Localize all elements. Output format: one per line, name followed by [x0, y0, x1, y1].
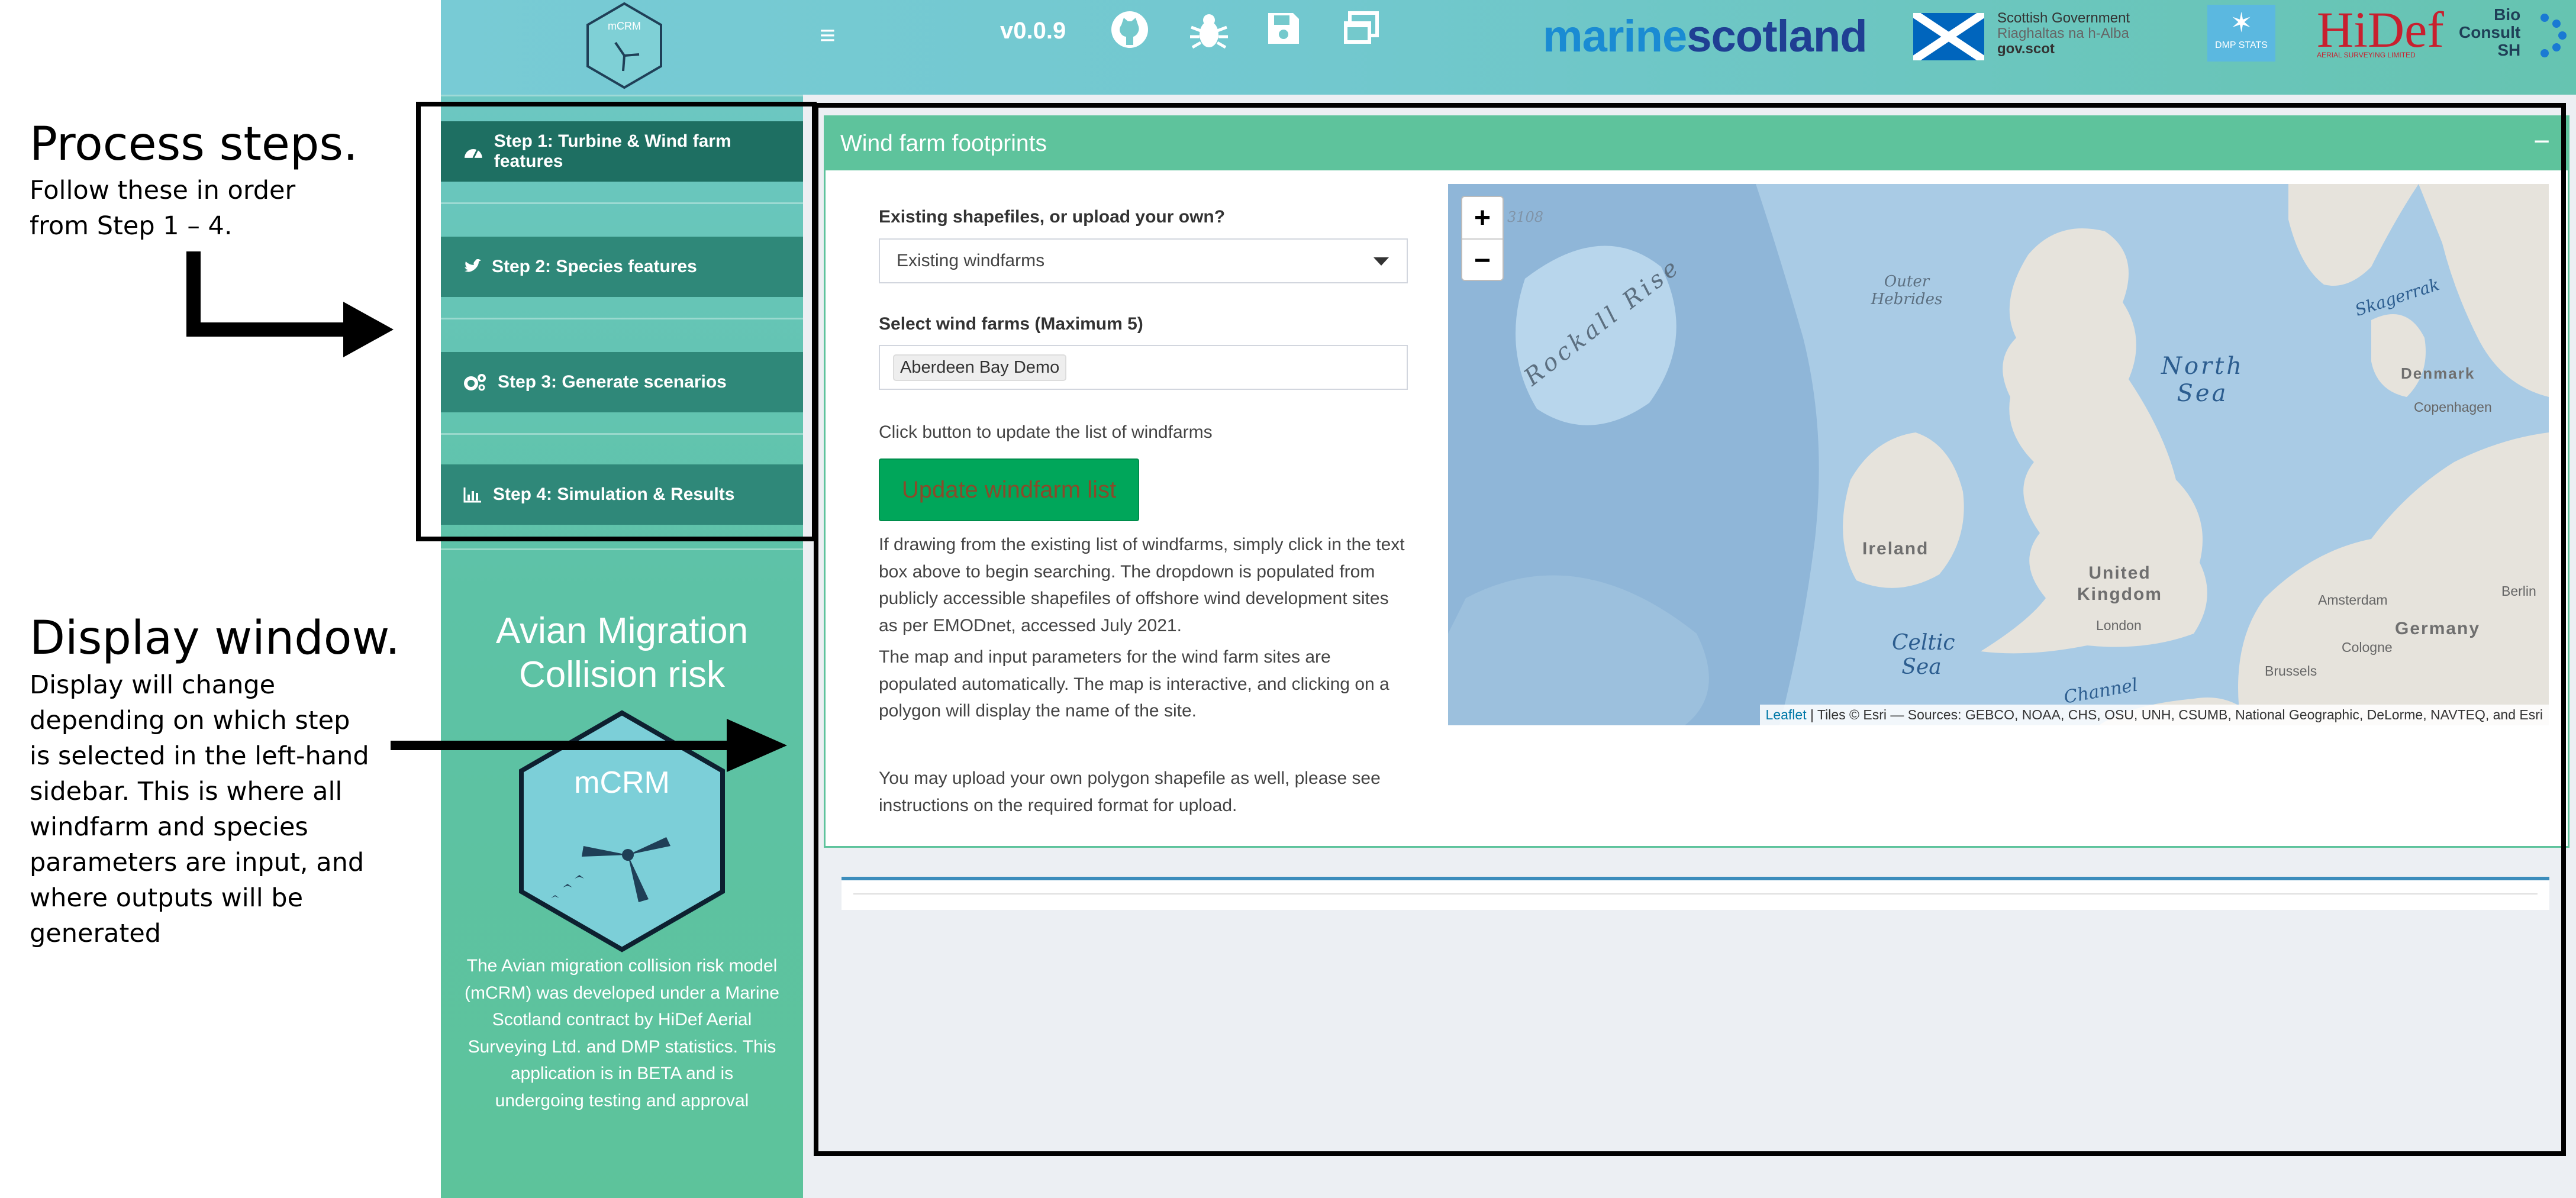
github-icon[interactable]	[1110, 9, 1150, 50]
hidef-logo: HiDef AERIAL SURVEYING LIMITED	[2317, 1, 2444, 59]
display-window-outline	[814, 103, 2566, 1156]
mcrm-logo-icon[interactable]: mCRM	[583, 1, 666, 90]
process-arrow-head	[343, 302, 394, 357]
annotation-panel: Process steps. Follow these in order fro…	[0, 0, 441, 1198]
bioconsult-dots-icon	[2540, 14, 2567, 57]
app-version: v0.0.9	[1000, 18, 1066, 44]
process-arrow	[186, 251, 349, 337]
save-icon[interactable]	[1265, 9, 1302, 47]
mcrm-logo-text: mCRM	[608, 20, 641, 32]
sidebar-divider	[441, 95, 803, 96]
app-header: mCRM ≡ v0.0.9 marinescotland Scottish Go…	[441, 0, 2576, 95]
dmp-stats-logo: ✶ DMP STATS	[2207, 5, 2275, 62]
bioconsult-logo: Bio Consult SH	[2459, 5, 2521, 59]
sidebar-divider	[441, 548, 803, 550]
app-title: Avian Migration Collision risk	[495, 611, 749, 695]
scottish-government-logo: Scottish Government Riaghaltas na h-Alba…	[1997, 10, 2130, 57]
process-steps-outline	[416, 102, 817, 541]
saltire-flag-icon	[1913, 13, 1984, 60]
hamburger-icon[interactable]: ≡	[820, 19, 836, 51]
annotation-arrows	[186, 251, 394, 357]
app-description: The Avian migration collision risk model…	[465, 956, 779, 1110]
marine-scotland-logo: marinescotland	[1543, 11, 1868, 62]
display-arrow	[391, 719, 787, 772]
windows-icon[interactable]	[1340, 9, 1381, 47]
bug-icon[interactable]	[1188, 9, 1230, 52]
